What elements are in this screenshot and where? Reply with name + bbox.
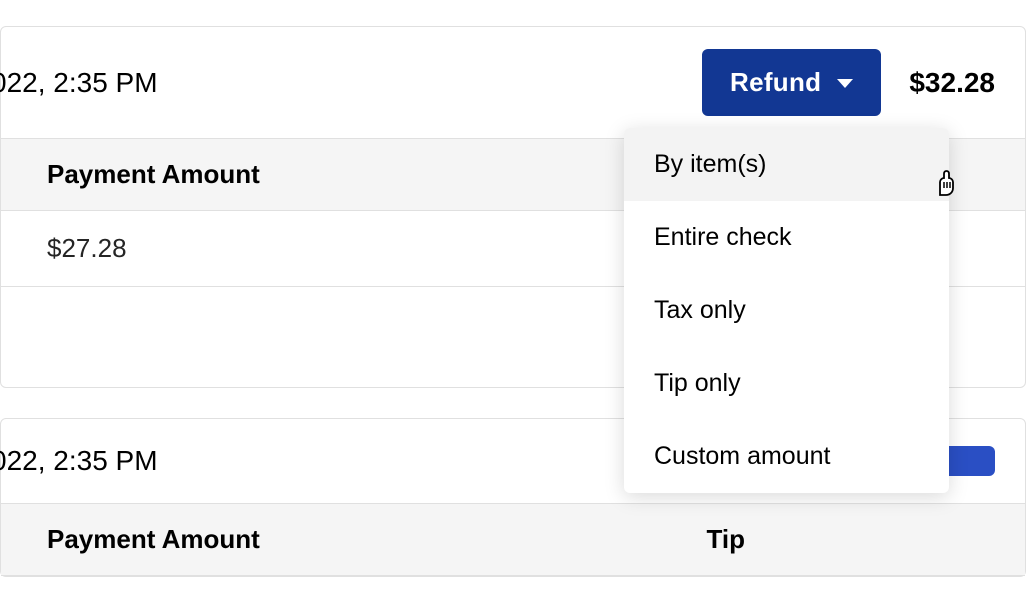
transaction-timestamp: 022, 2:35 PM (0, 67, 158, 99)
dropdown-item-by-items[interactable]: By item(s) (624, 128, 949, 201)
payment-amount-header: Payment Amount (47, 524, 260, 555)
payment-amount-header: Payment Amount (47, 159, 260, 190)
dropdown-item-tip-only[interactable]: Tip only (624, 347, 949, 420)
dropdown-item-entire-check[interactable]: Entire check (624, 201, 949, 274)
refund-button[interactable]: Refund (702, 49, 881, 116)
dropdown-item-tax-only[interactable]: Tax only (624, 274, 949, 347)
tip-header: Tip (706, 524, 1025, 555)
card-header: 022, 2:35 PM Refund $32.28 (1, 27, 1025, 138)
refund-dropdown-menu: By item(s) Entire check Tax only Tip onl… (624, 128, 949, 493)
table-header-row: Payment Amount Tip (1, 503, 1025, 576)
refund-button-label: Refund (730, 67, 821, 98)
dropdown-item-custom-amount[interactable]: Custom amount (624, 420, 949, 493)
transaction-timestamp: 022, 2:35 PM (0, 445, 158, 477)
card-header-right: Refund $32.28 (702, 49, 995, 116)
transaction-total: $32.28 (909, 67, 995, 99)
chevron-down-icon (837, 79, 853, 88)
